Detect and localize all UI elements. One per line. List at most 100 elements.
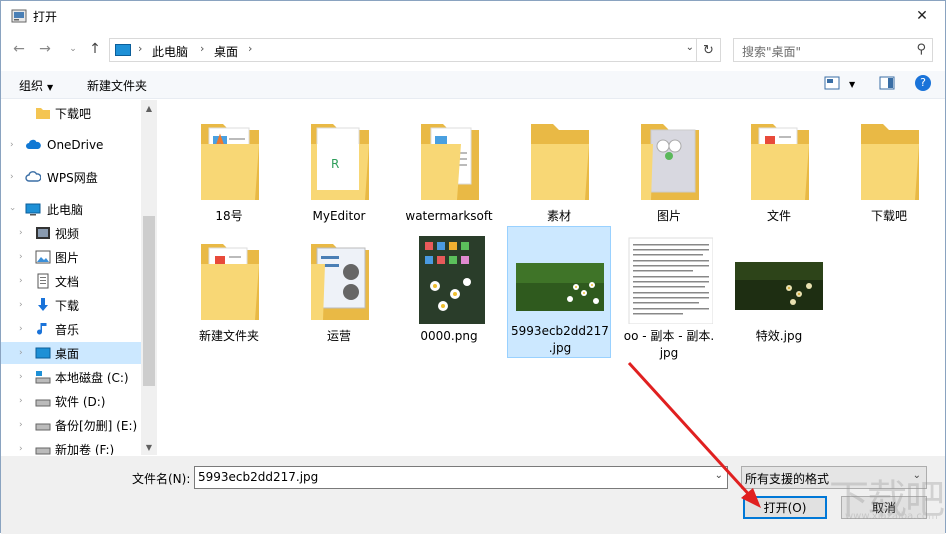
expand-arrow-icon[interactable]: › <box>19 324 23 334</box>
sidebar-item-downloadba[interactable]: 下载吧 <box>1 102 141 124</box>
watermark-logo: 下载吧 www.xiazaiba.com <box>827 463 945 533</box>
filename-input[interactable]: 5993ecb2dd217.jpg ⌄ <box>194 466 728 489</box>
sidebar-item-desktop[interactable]: › 桌面 <box>1 342 141 364</box>
folder-icon <box>531 124 589 200</box>
app-icon <box>11 9 27 23</box>
file-name: oo - 副本 - 副本. jpg <box>623 329 715 360</box>
expand-arrow-icon[interactable]: › <box>19 276 23 286</box>
back-button[interactable]: ← <box>9 39 29 59</box>
folder-icon <box>36 108 50 119</box>
breadcrumb-separator-icon: › <box>200 42 205 55</box>
arrow-right-icon: → <box>39 41 51 57</box>
sidebar-item-this-pc[interactable]: › 此电脑 <box>1 198 141 220</box>
scroll-down-icon[interactable]: ▼ <box>141 439 157 455</box>
svg-text:R: R <box>331 157 339 171</box>
forward-button[interactable]: → <box>35 39 55 59</box>
new-folder-button[interactable]: 新建文件夹 <box>87 77 147 94</box>
sidebar-item-drive-e[interactable]: › 备份[勿删] (E:) <box>1 414 141 436</box>
file-name: 图片 <box>656 209 681 223</box>
folder-icon <box>201 244 259 320</box>
expand-arrow-icon[interactable]: › <box>10 172 14 182</box>
file-tile-xiazaiba[interactable]: 下载吧 <box>837 108 941 240</box>
documents-icon <box>37 273 49 289</box>
breadcrumb-desktop[interactable]: 桌面 <box>214 43 238 60</box>
expand-arrow-icon[interactable]: › <box>19 252 23 262</box>
recent-locations-button[interactable]: ⌄ <box>63 39 83 59</box>
sidebar-item-wps[interactable]: › WPS网盘 <box>1 166 141 188</box>
file-tile-yunying[interactable]: 运营 <box>287 228 391 360</box>
breadcrumb-separator-icon: › <box>138 42 143 55</box>
sidebar-item-videos[interactable]: › 视频 <box>1 222 141 244</box>
file-tile-new-folder[interactable]: 新建文件夹 <box>177 228 281 360</box>
scroll-up-icon[interactable]: ▲ <box>141 100 157 116</box>
file-tile-watermarksoft[interactable]: watermarksoft <box>397 108 501 240</box>
watermark-url: www.xiazaiba.com <box>845 511 938 522</box>
preview-pane-icon[interactable] <box>879 76 895 90</box>
sidebar-scrollbar[interactable]: ▲ ▼ <box>141 100 157 455</box>
file-tile-oo-copy[interactable]: oo - 副本 - 副本. jpg <box>617 228 721 360</box>
expand-arrow-icon[interactable]: › <box>19 228 23 238</box>
image-thumbnail-icon <box>516 263 604 311</box>
file-tile-wenjian[interactable]: 文件 <box>727 108 831 240</box>
address-dropdown-icon[interactable]: ⌄ <box>686 42 694 53</box>
expand-arrow-icon[interactable]: › <box>19 348 23 358</box>
file-name: 0000.png <box>420 329 478 343</box>
sidebar-item-pictures[interactable]: › 图片 <box>1 246 141 268</box>
sidebar-item-onedrive[interactable]: › OneDrive <box>1 134 141 156</box>
pictures-icon <box>35 250 51 264</box>
organize-button[interactable]: 组织 ▼ <box>19 77 53 94</box>
search-icon: ⚲ <box>916 42 926 57</box>
refresh-button[interactable]: ↻ <box>696 39 720 61</box>
up-button[interactable]: ↑ <box>85 39 105 59</box>
collapse-arrow-icon[interactable]: › <box>7 207 17 211</box>
sidebar-item-downloads[interactable]: › 下载 <box>1 294 141 316</box>
computer-icon <box>25 203 41 216</box>
file-tile-5993ecb2dd217[interactable]: 5993ecb2dd217 .jpg <box>507 226 611 358</box>
view-options-icon[interactable] <box>824 76 840 90</box>
folder-icon <box>641 124 699 200</box>
image-thumbnail-icon <box>735 262 823 310</box>
sidebar-item-drive-f[interactable]: › 新加卷 (F:) <box>1 438 141 456</box>
video-icon <box>36 227 50 239</box>
sidebar-item-drive-c[interactable]: › 本地磁盘 (C:) <box>1 366 141 388</box>
expand-arrow-icon[interactable]: › <box>19 444 23 454</box>
sidebar-item-drive-d[interactable]: › 软件 (D:) <box>1 390 141 412</box>
scrollbar-thumb[interactable] <box>143 216 155 386</box>
file-tile-sucai[interactable]: 素材 <box>507 108 611 240</box>
chevron-down-icon[interactable]: ⌄ <box>715 470 723 481</box>
folder-icon <box>861 124 919 200</box>
music-icon <box>37 323 47 335</box>
sidebar-item-music[interactable]: › 音乐 <box>1 318 141 340</box>
search-box[interactable]: 搜索"桌面" ⚲ <box>733 38 933 62</box>
folder-icon: R R <box>311 124 369 200</box>
breadcrumb-this-pc[interactable]: 此电脑 <box>152 43 188 60</box>
view-dropdown-icon[interactable]: ▼ <box>849 80 855 89</box>
folder-icon <box>201 124 259 200</box>
file-tile-0000png[interactable]: 0000.png <box>397 228 501 360</box>
filename-value: 5993ecb2dd217.jpg <box>198 470 319 484</box>
cloud-outline-icon <box>25 171 41 182</box>
file-tile-18[interactable]: 18号 <box>177 108 281 240</box>
sidebar-item-documents[interactable]: › 文档 <box>1 270 141 292</box>
address-bar[interactable]: › 此电脑 › 桌面 › ⌄ ↻ <box>109 38 721 62</box>
dialog-footer: 文件名(N): 5993ecb2dd217.jpg ⌄ 所有支援的格式 ⌄ 打开… <box>1 456 945 534</box>
close-button[interactable]: ✕ <box>899 1 945 31</box>
open-button[interactable]: 打开(O) <box>743 496 827 519</box>
image-thumbnail-icon <box>628 237 713 324</box>
expand-arrow-icon[interactable]: › <box>19 396 23 406</box>
download-icon <box>38 298 48 311</box>
file-tile-myeditor[interactable]: R R MyEditor <box>287 108 391 240</box>
close-icon: ✕ <box>916 8 928 24</box>
title-bar: 打开 ✕ <box>1 1 945 31</box>
expand-arrow-icon[interactable]: › <box>19 300 23 310</box>
command-bar: 组织 ▼ 新建文件夹 ▼ ? <box>1 71 945 99</box>
file-type-value: 所有支援的格式 <box>745 472 830 486</box>
help-icon[interactable]: ? <box>915 75 931 91</box>
expand-arrow-icon[interactable]: › <box>19 420 23 430</box>
file-list: 18号 R R MyEditor watermarksoft <box>159 100 945 455</box>
expand-arrow-icon[interactable]: › <box>10 140 14 150</box>
file-tile-texiao[interactable]: 特效.jpg <box>727 228 831 360</box>
filename-label: 文件名(N): <box>132 472 191 486</box>
file-tile-tupian[interactable]: 图片 <box>617 108 721 240</box>
expand-arrow-icon[interactable]: › <box>19 372 23 382</box>
